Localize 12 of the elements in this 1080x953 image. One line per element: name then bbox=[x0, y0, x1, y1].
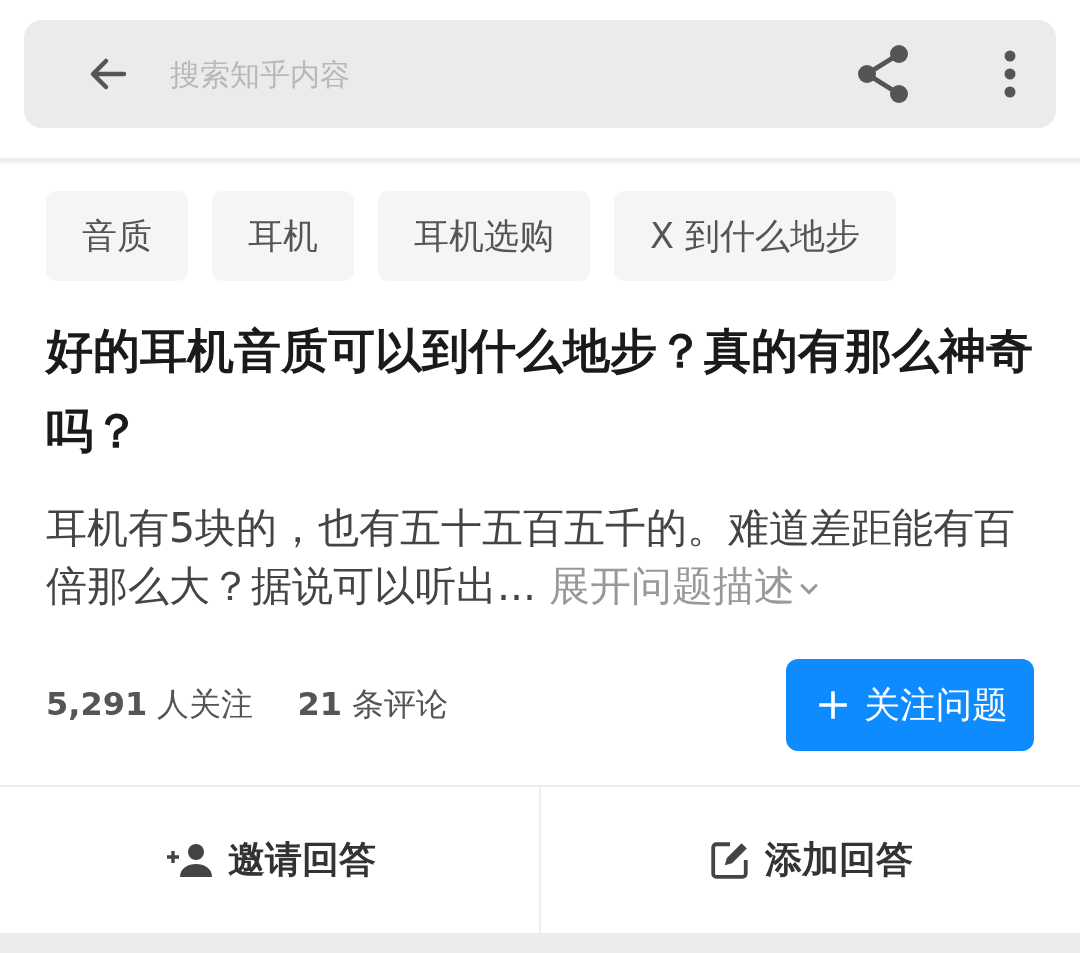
topic-tag[interactable]: 耳机 bbox=[212, 191, 354, 281]
more-icon[interactable] bbox=[1004, 50, 1016, 98]
edit-icon[interactable] bbox=[708, 839, 751, 881]
plus-icon[interactable] bbox=[816, 688, 850, 722]
share-icon[interactable] bbox=[856, 45, 910, 103]
question-title: 好的耳机音质可以到什么地步？真的有那么神奇吗？ bbox=[46, 322, 1034, 460]
stat-text[interactable]: 21 条评论 bbox=[297, 683, 449, 727]
topic-tag[interactable]: X 到什么地步 bbox=[614, 191, 897, 281]
question-excerpt: 耳机有5块的，也有五十五百五千的。难道差距能有百倍那么大？据说可以听出... 展开问题描述 bbox=[46, 503, 1017, 612]
topic-tag[interactable]: 耳机选购 bbox=[378, 191, 590, 281]
topic-tag[interactable]: 音质 bbox=[46, 191, 188, 281]
stat-text[interactable]: 5,291 人关注 bbox=[46, 683, 254, 727]
